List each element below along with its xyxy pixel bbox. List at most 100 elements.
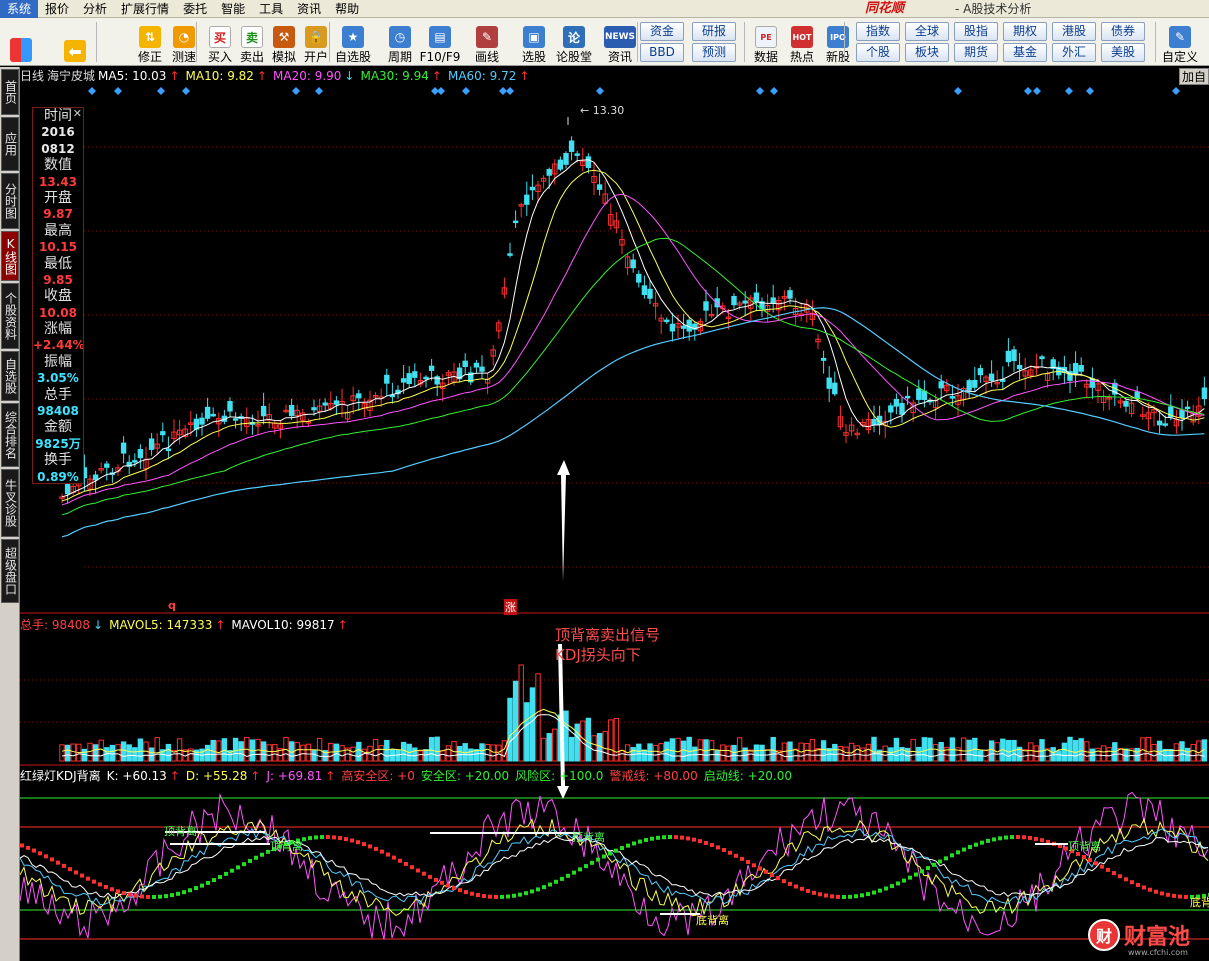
- signal-dot-660: [680, 835, 684, 840]
- menu-1[interactable]: 报价: [38, 0, 76, 18]
- menu-6[interactable]: 工具: [252, 0, 290, 18]
- candle-body-49: [333, 400, 340, 405]
- toolbar-label-5: 开户: [303, 50, 328, 64]
- volume-bar-14: [137, 738, 144, 762]
- left-tab-0[interactable]: 首页: [1, 69, 19, 115]
- signal-dot-582: [602, 854, 606, 859]
- ma-arrow-0: ↑: [169, 69, 180, 83]
- volume-bar-36: [260, 741, 267, 762]
- ma-item-1: MA10: 9.82 ↑: [186, 69, 270, 83]
- left-tab-7[interactable]: 牛叉诊股: [1, 469, 19, 537]
- toolbar-button-16[interactable]: ✎ 自定义: [1160, 20, 1200, 64]
- info-open-label: 开盘: [44, 189, 72, 206]
- signal-dot-630: [650, 836, 654, 841]
- signal-dot-126: [146, 894, 150, 899]
- ma5-line: [61, 159, 1205, 498]
- menu-2[interactable]: 分析: [76, 0, 114, 18]
- toolbar-button-10[interactable]: ▣ 选股: [514, 20, 554, 64]
- toolbar-button-12[interactable]: NEWS 资讯: [600, 20, 640, 64]
- signal-dot-288: [308, 836, 312, 841]
- market-button-0-4[interactable]: 港股: [1052, 22, 1096, 41]
- market-button-0-2[interactable]: 股指: [954, 22, 998, 41]
- kdj-text-6: 风险区: +100.0: [515, 769, 604, 783]
- signal-dot-210: [230, 868, 234, 873]
- left-tab-3[interactable]: K线图: [1, 231, 19, 281]
- divergence-label-1: 顶背离: [270, 840, 303, 853]
- ma-legend-bar: 日线 海宁皮城 MA5: 10.03 ↑ MA10: 9.82 ↑ MA20: 9.90 ↓ M…: [20, 67, 535, 85]
- custom-icon: ✎: [1169, 26, 1191, 48]
- volume-bar-200: [1179, 741, 1185, 762]
- volume-bar-66: [428, 737, 435, 762]
- toolbar-button-8[interactable]: ▤ F10/F9: [420, 20, 460, 64]
- back-button[interactable]: ⬅: [58, 20, 92, 64]
- volume-bar-111: [680, 740, 687, 762]
- signal-dot-114: [134, 893, 138, 898]
- toolbar-button-9[interactable]: ✎ 画线: [467, 20, 507, 64]
- toolbar-button-7[interactable]: ◷ 周期: [380, 20, 420, 64]
- signal-dot-1134: [1154, 889, 1158, 894]
- vol-arrow-0: ↓: [93, 618, 104, 632]
- toolbar-button-15[interactable]: IPO 新股: [818, 20, 858, 64]
- signal-dot-234: [254, 855, 258, 860]
- signal-dot-1140: [1160, 891, 1164, 896]
- market-button-1-1[interactable]: 板块: [905, 43, 949, 62]
- grid-button-0-0[interactable]: 资金: [640, 22, 684, 41]
- menu-4[interactable]: 委托: [176, 0, 214, 18]
- left-tab-2[interactable]: 分时图: [1, 173, 19, 229]
- grid-button-1-0[interactable]: BBD: [640, 43, 684, 62]
- ma-arrow-4: ↑: [519, 69, 530, 83]
- candle-body-25: [199, 417, 205, 425]
- candle-body-1: [64, 483, 71, 495]
- market-button-0-5[interactable]: 债券: [1101, 22, 1145, 41]
- kdj-text-3: J: +69.81: [266, 769, 323, 783]
- toolbar-button-1[interactable]: ◔ 测速: [164, 20, 204, 64]
- toolbar-button-11[interactable]: 论论股堂: [554, 20, 594, 64]
- menu-7[interactable]: 资讯: [290, 0, 328, 18]
- left-tab-8[interactable]: 超级盘口: [1, 539, 19, 603]
- menu-0[interactable]: 系统: [0, 0, 39, 18]
- kdj-legend-bar: 红绿灯KDJ背离 K: +60.13 ↑ D: +55.28 ↑ J: +69.81 ↑ 高安…: [20, 767, 798, 785]
- menu-5[interactable]: 智能: [214, 0, 252, 18]
- toolbar-button-13[interactable]: PE 数据: [746, 20, 786, 64]
- market-button-0-3[interactable]: 期权: [1003, 22, 1047, 41]
- left-tab-6[interactable]: 综合排名: [1, 403, 19, 467]
- left-tab-1[interactable]: 应用: [1, 117, 19, 171]
- market-button-1-2[interactable]: 期货: [954, 43, 998, 62]
- left-tab-4[interactable]: 个股资料: [1, 283, 19, 349]
- event-diamond-4: [292, 87, 300, 95]
- add-watchlist-button[interactable]: 加自选: [1179, 68, 1209, 85]
- candle-body-111: [680, 325, 687, 329]
- market-button-1-5[interactable]: 美股: [1101, 43, 1145, 62]
- candle-body-153: [916, 388, 922, 400]
- market-button-0-1[interactable]: 全球: [905, 22, 949, 41]
- market-button-1-0[interactable]: 个股: [856, 43, 900, 62]
- menu-8[interactable]: 帮助: [328, 0, 366, 18]
- volume-bar-69: [445, 745, 452, 762]
- left-tab-5[interactable]: 自选股: [1, 351, 19, 401]
- volume-bar-49: [333, 743, 340, 762]
- market-button-0-0[interactable]: 指数: [856, 22, 900, 41]
- volume-bar-71: [456, 745, 463, 762]
- grid-button-0-1[interactable]: 研报: [692, 22, 736, 41]
- close-icon[interactable]: ✕: [73, 107, 82, 120]
- layout-icon-button[interactable]: [8, 20, 34, 64]
- volume-bar-38: [272, 743, 278, 762]
- candle-body-74: [473, 362, 480, 368]
- grid-button-1-1[interactable]: 预测: [692, 43, 736, 62]
- market-button-1-4[interactable]: 外汇: [1052, 43, 1096, 62]
- candle-body-105: [647, 288, 653, 299]
- candle-body-154: [921, 390, 928, 401]
- kline-chart-area[interactable]: 日线 海宁皮城 MA5: 10.03 ↑ MA10: 9.82 ↑ MA20: 9.90 ↓ M…: [20, 67, 1209, 961]
- toolbar-button-6[interactable]: ★ 自选股: [333, 20, 373, 64]
- signal-dot-432: [452, 885, 456, 890]
- candle-body-6: [92, 474, 99, 481]
- ma-text-4: MA60: 9.72: [447, 69, 517, 83]
- market-button-1-3[interactable]: 基金: [1003, 43, 1047, 62]
- volume-bar-203: [1196, 740, 1202, 762]
- menu-3[interactable]: 扩展行情: [114, 0, 176, 18]
- clock-cycle-icon: ◷: [389, 26, 411, 48]
- volume-bar-178: [1056, 750, 1062, 762]
- signal-dot-666: [686, 836, 690, 841]
- toolbar-button-14[interactable]: HOT 热点: [782, 20, 822, 64]
- toolbar-button-5[interactable]: 🔒 开户: [296, 20, 336, 64]
